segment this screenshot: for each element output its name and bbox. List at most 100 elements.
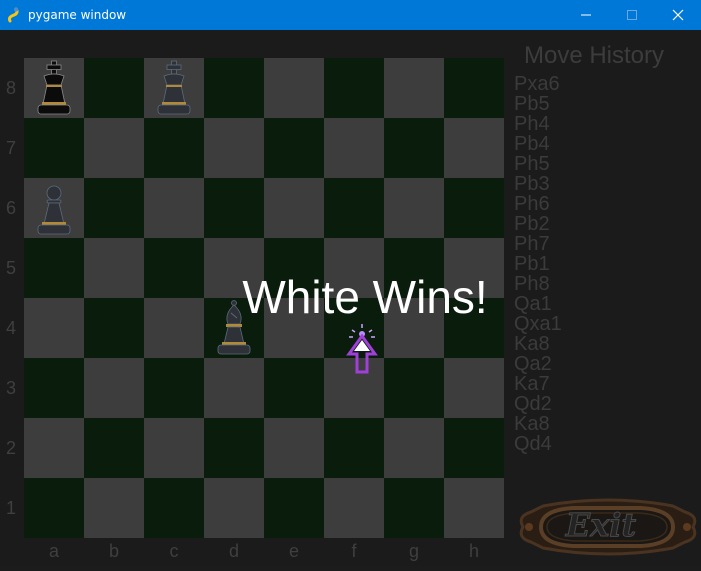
square-b2[interactable] — [84, 418, 144, 478]
square-b7[interactable] — [84, 118, 144, 178]
square-a1[interactable] — [24, 478, 84, 538]
square-d2[interactable] — [204, 418, 264, 478]
move-history-item: Qd4 — [514, 433, 552, 455]
square-c6[interactable] — [144, 178, 204, 238]
minimize-button[interactable] — [563, 0, 609, 30]
square-f1[interactable] — [324, 478, 384, 538]
file-label: g — [408, 541, 419, 561]
square-e7[interactable] — [264, 118, 324, 178]
maximize-button[interactable] — [609, 0, 655, 30]
exit-button[interactable]: Exit — [513, 488, 701, 566]
square-e3[interactable] — [264, 358, 324, 418]
file-label: b — [108, 541, 119, 561]
square-g3[interactable] — [384, 358, 444, 418]
move-history-item: Ka8 — [514, 413, 550, 435]
pygame-snake-icon — [8, 7, 19, 23]
close-icon — [672, 9, 684, 21]
square-a3[interactable] — [24, 358, 84, 418]
move-history-item: Qa2 — [514, 353, 552, 375]
white-king-icon[interactable] — [144, 58, 204, 118]
file-label: e — [288, 541, 299, 561]
file-label: a — [48, 541, 59, 561]
square-h2[interactable] — [444, 418, 504, 478]
square-b3[interactable] — [84, 358, 144, 418]
white-pawn-icon[interactable] — [24, 178, 84, 238]
square-c3[interactable] — [144, 358, 204, 418]
move-history-item: Pb2 — [514, 213, 550, 235]
move-history-item: Qxa1 — [514, 313, 562, 335]
minimize-icon — [581, 14, 591, 16]
move-history-title: Move History — [523, 42, 665, 69]
square-e6[interactable] — [264, 178, 324, 238]
exit-button-label: Exit — [565, 506, 637, 545]
square-b6[interactable] — [84, 178, 144, 238]
move-history-item: Ph7 — [514, 233, 550, 255]
square-h6[interactable] — [444, 178, 504, 238]
square-a2[interactable] — [24, 418, 84, 478]
square-c4[interactable] — [144, 298, 204, 358]
move-history-item: Pb3 — [514, 173, 550, 195]
mouse-cursor-icon — [346, 324, 378, 374]
move-history-item: Ph4 — [514, 113, 550, 135]
file-label: c — [169, 541, 179, 561]
square-h1[interactable] — [444, 478, 504, 538]
rank-label: 1 — [5, 498, 16, 518]
square-e1[interactable] — [264, 478, 324, 538]
rank-label: 3 — [5, 378, 16, 398]
square-d6[interactable] — [204, 178, 264, 238]
square-a5[interactable] — [24, 238, 84, 298]
square-f7[interactable] — [324, 118, 384, 178]
move-history-item: Qd2 — [514, 393, 552, 415]
rank-label: 5 — [5, 258, 16, 278]
square-h8[interactable] — [444, 58, 504, 118]
square-g6[interactable] — [384, 178, 444, 238]
move-history-list: Pxa6 Pb5 Ph4 Pb4 Ph5 Pb3 Ph6 Pb2 Ph7 Pb1 Ph8 Qa1 Qxa… — [514, 74, 562, 454]
square-b5[interactable] — [84, 238, 144, 298]
square-c1[interactable] — [144, 478, 204, 538]
square-h7[interactable] — [444, 118, 504, 178]
square-a4[interactable] — [24, 298, 84, 358]
move-history-item: Qa1 — [514, 293, 552, 315]
square-b4[interactable] — [84, 298, 144, 358]
file-label: f — [351, 541, 357, 561]
square-c2[interactable] — [144, 418, 204, 478]
square-g7[interactable] — [384, 118, 444, 178]
square-h3[interactable] — [444, 358, 504, 418]
move-history-item: Pb1 — [514, 253, 550, 275]
rank-label: 2 — [5, 438, 16, 458]
move-history-item: Pxa6 — [514, 73, 560, 95]
game-surface: 87654321 abcdefgh Move History Pxa6 Pb5 … — [0, 30, 701, 566]
move-history-item: Ka7 — [514, 373, 550, 395]
square-e2[interactable] — [264, 418, 324, 478]
square-g2[interactable] — [384, 418, 444, 478]
square-d1[interactable] — [204, 478, 264, 538]
square-f6[interactable] — [324, 178, 384, 238]
move-history-item: Ph6 — [514, 193, 550, 215]
rank-label: 7 — [5, 138, 16, 158]
square-g1[interactable] — [384, 478, 444, 538]
move-history-item: Pb5 — [514, 93, 550, 115]
file-label: h — [468, 541, 479, 561]
square-e8[interactable] — [264, 58, 324, 118]
square-d7[interactable] — [204, 118, 264, 178]
square-f8[interactable] — [324, 58, 384, 118]
square-g8[interactable] — [384, 58, 444, 118]
square-b8[interactable] — [84, 58, 144, 118]
square-a7[interactable] — [24, 118, 84, 178]
close-button[interactable] — [655, 0, 701, 30]
rank-label: 4 — [5, 318, 16, 338]
black-king-icon[interactable] — [24, 58, 84, 118]
move-history-item: Ph8 — [514, 273, 550, 295]
square-c7[interactable] — [144, 118, 204, 178]
square-c5[interactable] — [144, 238, 204, 298]
move-history-item: Ka8 — [514, 333, 550, 355]
rank-label: 6 — [5, 198, 16, 218]
square-d8[interactable] — [204, 58, 264, 118]
window-titlebar: pygame window — [0, 0, 701, 30]
square-d3[interactable] — [204, 358, 264, 418]
rank-label: 8 — [5, 78, 16, 98]
move-history-panel: Move History Pxa6 Pb5 Ph4 Pb4 Ph5 Pb3 Ph6 Pb2 Ph… — [504, 30, 701, 566]
move-history-item: Ph5 — [514, 153, 550, 175]
square-f2[interactable] — [324, 418, 384, 478]
square-b1[interactable] — [84, 478, 144, 538]
